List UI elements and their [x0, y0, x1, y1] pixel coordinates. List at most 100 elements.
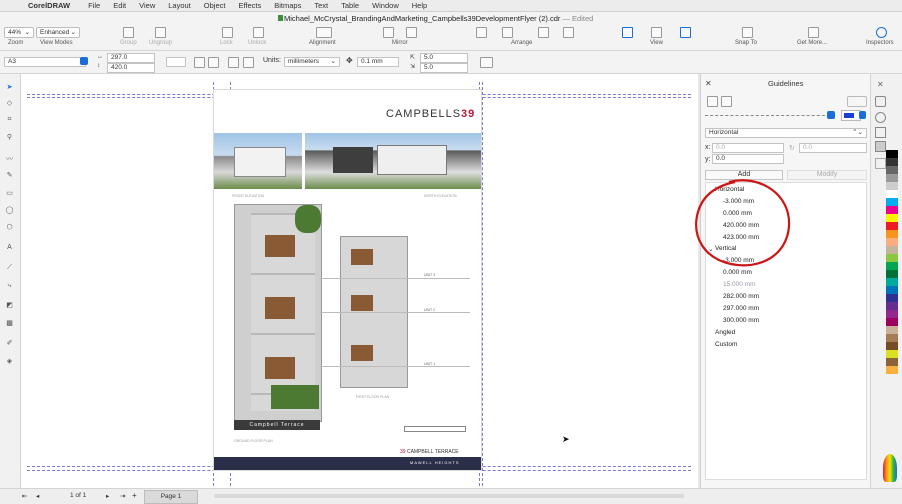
arrange-front-icon[interactable]	[476, 27, 487, 38]
menu-view[interactable]: View	[139, 1, 155, 10]
swatch-brown[interactable]	[886, 334, 898, 342]
text-tool-icon[interactable]: A	[5, 244, 14, 251]
swatch-bronze[interactable]	[886, 358, 898, 366]
swatch-black[interactable]	[886, 150, 898, 158]
duplicate-x-field[interactable]: 5.0	[420, 53, 468, 63]
swatch-peach[interactable]	[886, 238, 898, 246]
crop-tool-icon[interactable]: ⌗	[5, 116, 14, 123]
get-more-icon[interactable]	[808, 27, 819, 38]
artistic-media-icon[interactable]: ✎	[5, 172, 14, 179]
menu-text[interactable]: Text	[314, 1, 328, 10]
swatch-red[interactable]	[886, 222, 898, 230]
page-size-combo[interactable]: A3	[4, 57, 86, 67]
swatch-yellow[interactable]	[886, 214, 898, 222]
swatch-teal[interactable]	[886, 278, 898, 286]
eyedropper-tool-icon[interactable]: ✐	[5, 340, 14, 347]
menu-window[interactable]: Window	[372, 1, 399, 10]
guideline-item[interactable]: 0.000 mm	[723, 269, 752, 276]
swatch-dark-brown[interactable]	[886, 342, 898, 350]
swatch-blue[interactable]	[886, 286, 898, 294]
swatch-violet[interactable]	[886, 310, 898, 318]
guideline-horizontal[interactable]	[27, 470, 691, 471]
color-styles-icon[interactable]	[875, 112, 886, 123]
shape-tool-icon[interactable]: ◇	[5, 100, 14, 107]
view-page-icon[interactable]	[622, 27, 633, 38]
menu-layout[interactable]: Layout	[168, 1, 191, 10]
close-panel-icon[interactable]: ✕	[877, 80, 884, 89]
swatch-magenta[interactable]	[886, 206, 898, 214]
swatch-beige[interactable]	[886, 326, 898, 334]
view-guides-icon[interactable]	[680, 27, 691, 38]
guide-type-combo[interactable]: Horizontal ⌃⌄	[705, 128, 867, 138]
units-combo[interactable]: millimeters ⌄	[284, 57, 340, 67]
swatch-amber[interactable]	[886, 366, 898, 374]
swatch-navy[interactable]	[886, 294, 898, 302]
flyer-page[interactable]: CAMPBELLS39 FRONT ELEVATION NORTH ELEVAT…	[214, 90, 481, 470]
polygon-tool-icon[interactable]: ⬡	[5, 224, 14, 231]
x-position-field[interactable]: 0.0	[712, 143, 784, 153]
guides-lock-icon[interactable]	[721, 96, 732, 107]
menu-help[interactable]: Help	[412, 1, 427, 10]
zoom-tool-icon[interactable]: ⚲	[5, 134, 14, 141]
current-page-icon[interactable]	[243, 57, 254, 68]
page-width-field[interactable]: 297.0	[107, 53, 155, 63]
parallel-dimension-icon[interactable]: ⟋	[5, 264, 14, 271]
page-last-icon[interactable]: ⇥	[120, 492, 125, 500]
page-tab[interactable]: Page 1	[144, 490, 198, 504]
freehand-tool-icon[interactable]: 〰	[5, 156, 14, 163]
duplicate-y-field[interactable]: 5.0	[420, 63, 468, 73]
styles-icon[interactable]	[875, 127, 886, 138]
treat-as-filled-icon[interactable]	[480, 57, 493, 68]
swatch-tan[interactable]	[886, 246, 898, 254]
page-first-icon[interactable]: ⇤	[22, 492, 27, 500]
ungroup-icon[interactable]	[155, 27, 166, 38]
swatch-green[interactable]	[886, 254, 898, 262]
unlock-icon[interactable]	[253, 27, 264, 38]
guide-color-dropdown-icon[interactable]	[859, 111, 866, 119]
swatch-gray[interactable]	[886, 174, 898, 182]
swatch-gray[interactable]	[886, 182, 898, 190]
fill-tool-icon[interactable]: ◈	[5, 358, 14, 365]
mirror-vertical-icon[interactable]	[406, 27, 417, 38]
swatch-dark-green[interactable]	[886, 270, 898, 278]
horizontal-scrollbar[interactable]	[214, 494, 684, 498]
page-prev-icon[interactable]: ◂	[36, 492, 39, 500]
arrange-back-icon[interactable]	[538, 27, 549, 38]
all-pages-icon[interactable]	[228, 57, 239, 68]
no-color-swatch[interactable]	[875, 158, 886, 169]
guideline-item[interactable]: 300.000 mm	[723, 317, 759, 324]
arrange-forward-icon[interactable]	[502, 27, 513, 38]
swatch-purple[interactable]	[886, 302, 898, 310]
menu-effects[interactable]: Effects	[238, 1, 261, 10]
menu-object[interactable]: Object	[204, 1, 226, 10]
group-custom[interactable]: Custom	[715, 341, 737, 348]
swatch-gray[interactable]	[886, 166, 898, 174]
guideline-vertical[interactable]	[482, 82, 483, 486]
alignment-icon[interactable]	[316, 27, 332, 38]
page-size-dropdown-icon[interactable]	[80, 57, 88, 65]
page-layout-combo[interactable]	[166, 57, 186, 67]
transparency-tool-icon[interactable]: ▩	[5, 320, 14, 327]
lock-icon[interactable]	[222, 27, 233, 38]
angle-field[interactable]: 0.0	[799, 143, 867, 153]
swatch-white[interactable]	[886, 190, 898, 198]
zoom-combo[interactable]: 44% ⌄	[4, 27, 34, 38]
app-menu[interactable]: CorelDRAW	[28, 1, 70, 10]
ellipse-tool-icon[interactable]: ◯	[5, 207, 14, 214]
drop-shadow-icon[interactable]: ◩	[5, 302, 14, 309]
view-mode-combo[interactable]: Enhanced ⌄	[36, 27, 80, 38]
group-icon[interactable]	[123, 27, 134, 38]
y-position-field[interactable]: 0.0	[712, 154, 784, 164]
swatch-plum[interactable]	[886, 318, 898, 326]
page-next-icon[interactable]: ▸	[106, 492, 109, 500]
modify-button[interactable]: Modify	[787, 170, 867, 180]
page-height-field[interactable]: 420.0	[107, 63, 155, 73]
guide-color-picker[interactable]	[841, 110, 861, 121]
menu-table[interactable]: Table	[341, 1, 359, 10]
guides-visible-icon[interactable]	[707, 96, 718, 107]
landscape-icon[interactable]	[208, 57, 219, 68]
inspectors-icon[interactable]	[876, 27, 887, 38]
line-style-dropdown-icon[interactable]	[827, 111, 835, 119]
swatch-cyan[interactable]	[886, 198, 898, 206]
close-icon[interactable]: ✕	[705, 79, 712, 88]
